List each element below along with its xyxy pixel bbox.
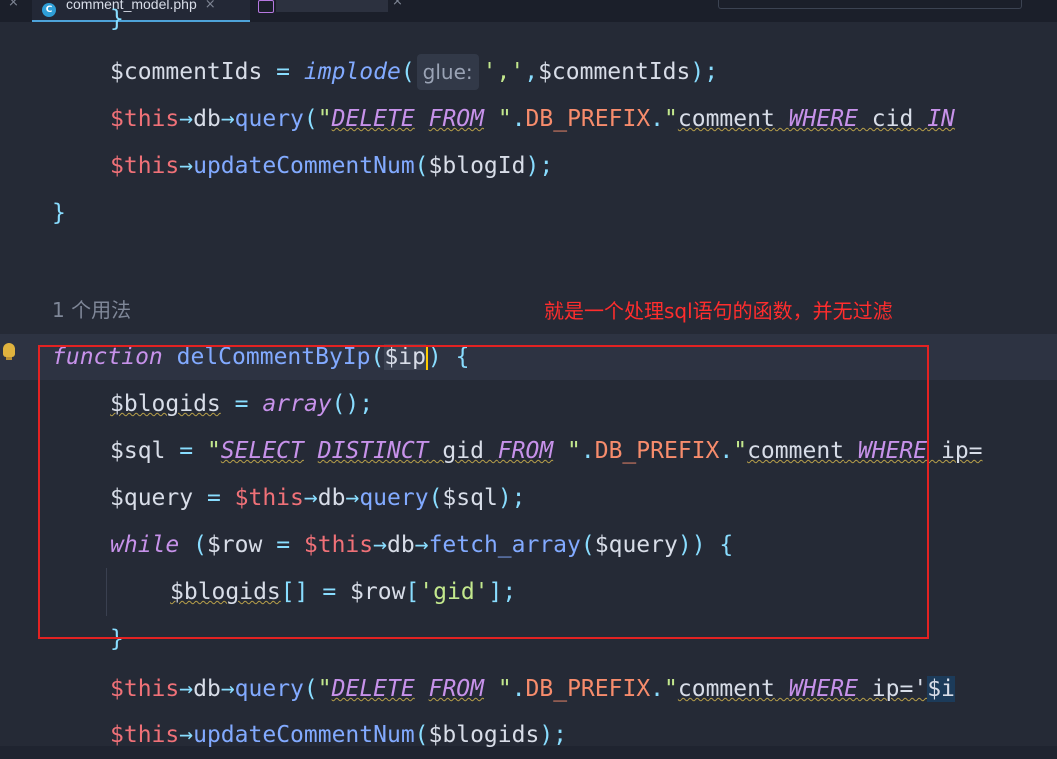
search-box[interactable] (718, 0, 1022, 9)
tab-label: comment_model.php (66, 0, 197, 12)
prev-tab-close-icon[interactable]: × (8, 0, 19, 10)
code-line: } (110, 6, 124, 32)
blurred-tab-label (276, 0, 388, 12)
code-line: $this→db→query("DELETE FROM ".DB_PREFIX.… (110, 676, 955, 702)
file-icon (258, 0, 274, 13)
code-line: $this→db→query("DELETE FROM ".DB_PREFIX.… (110, 106, 955, 132)
code-line: $this→updateCommentNum($blogids); (110, 722, 568, 748)
usage-count-hint[interactable]: 1 个用法 (52, 298, 131, 322)
editor-tab-bar: × C comment_model.php × × (0, 0, 1057, 22)
tab-comment-model[interactable]: C comment_model.php × (32, 0, 250, 22)
code-line: $commentIds = implode(glue: ',',$commentI… (110, 49, 718, 96)
close-icon[interactable]: × (392, 0, 403, 9)
code-editor[interactable]: } $commentIds = implode(glue: ',',$commen… (0, 6, 1057, 748)
code-line: } (52, 200, 66, 226)
lightbulb-icon[interactable] (3, 343, 15, 360)
php-class-file-icon: C (42, 3, 56, 17)
parameter-hint: glue: (416, 54, 479, 90)
annotation-text: 就是一个处理sql语句的函数，并无过滤 (544, 299, 893, 323)
code-line: $this→updateCommentNum($blogId); (110, 153, 554, 179)
annotation-box (38, 345, 929, 639)
close-icon[interactable]: × (205, 0, 216, 12)
